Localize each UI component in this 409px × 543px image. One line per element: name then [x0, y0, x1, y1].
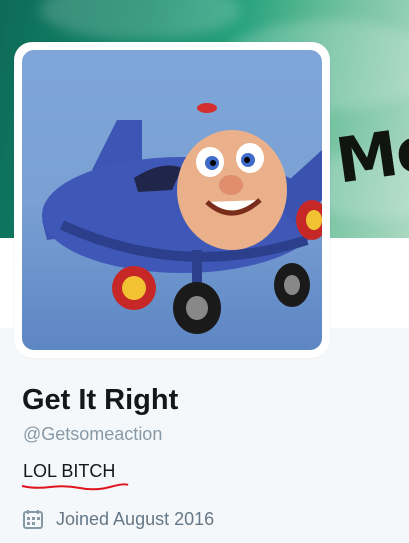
- avatar-cartoon-airplane-image: [42, 103, 322, 334]
- profile-display-name[interactable]: Get It Right: [22, 384, 178, 417]
- profile-handle[interactable]: @Getsomeaction: [23, 424, 162, 445]
- banner-text: Me: [331, 111, 409, 198]
- avatar[interactable]: [22, 50, 322, 350]
- joined-date-label: Joined August 2016: [56, 508, 215, 529]
- joined-date-row: Joined August 2016: [22, 506, 214, 532]
- calendar-icon: [22, 508, 44, 530]
- spellcheck-underline: [21, 483, 129, 491]
- avatar-frame[interactable]: [14, 42, 330, 358]
- profile-bio: LOL BITCH: [23, 461, 116, 481]
